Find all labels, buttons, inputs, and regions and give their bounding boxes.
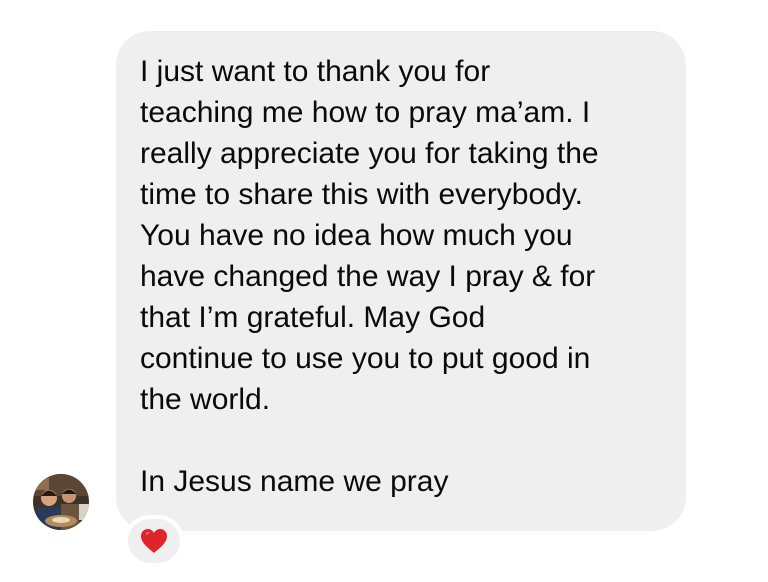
message-text: I just want to thank you for teaching me… (140, 55, 599, 498)
reaction-badge[interactable] (124, 515, 184, 567)
avatar-photo (33, 474, 89, 530)
message-thread: I just want to thank you for teaching me… (0, 0, 768, 582)
sender-avatar[interactable] (33, 474, 89, 530)
received-message-bubble[interactable]: I just want to thank you for teaching me… (116, 31, 686, 531)
red-heart-icon (141, 529, 167, 553)
